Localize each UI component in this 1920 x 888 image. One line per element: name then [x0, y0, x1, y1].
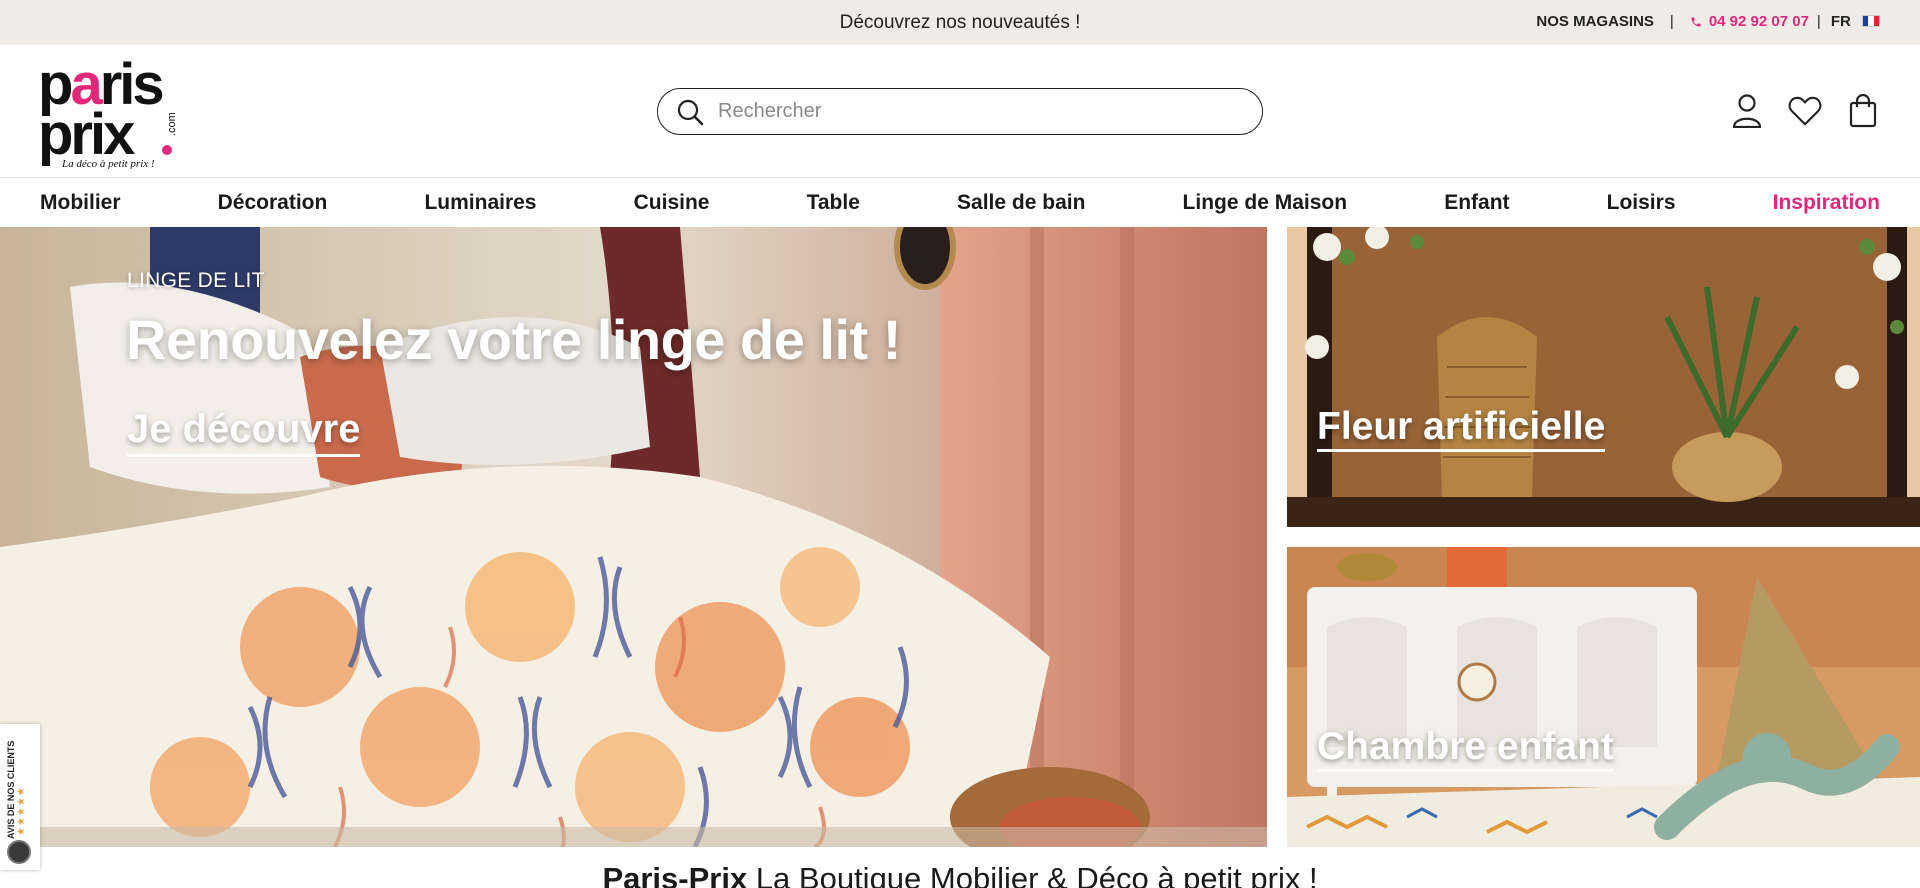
paris-prix-logo[interactable]: paris prix .com La déco à petit prix ! [38, 52, 188, 170]
tagline-brand: Paris-Prix [602, 861, 748, 888]
language-code: FR [1830, 13, 1851, 30]
svg-text:.com: .com [166, 112, 178, 136]
phone-icon [1691, 17, 1701, 26]
nav-item-linge-de-maison[interactable]: Linge de Maison [1183, 191, 1348, 215]
search-bar[interactable] [657, 88, 1263, 135]
promo-tile-kids-room[interactable]: Chambre enfant [1287, 547, 1920, 847]
reviews-label: AVIS DE NOS CLIENTS [6, 740, 16, 839]
nav-item-inspiration[interactable]: Inspiration [1773, 191, 1880, 215]
nav-item-loisirs[interactable]: Loisirs [1607, 191, 1676, 215]
divider: | [1669, 13, 1674, 30]
svg-text:La déco à petit prix !: La déco à petit prix ! [61, 158, 155, 169]
hero-title: Renouvelez votre linge de lit ! [126, 308, 901, 371]
phone-number: 04 92 92 07 07 [1708, 13, 1809, 30]
language-selector[interactable]: FR [1831, 13, 1880, 30]
topbar-right-links: NOS MAGASINS | 04 92 92 07 07 | FR [1536, 13, 1880, 30]
wishlist-button[interactable] [1788, 93, 1822, 129]
header-actions [1706, 93, 1880, 129]
customer-reviews-widget[interactable]: AVIS DE NOS CLIENTS ★★★★★ [0, 724, 40, 870]
cart-button[interactable] [1846, 93, 1880, 129]
nav-item-decoration[interactable]: Décoration [218, 191, 328, 215]
search-icon[interactable] [676, 98, 704, 126]
nav-item-cuisine[interactable]: Cuisine [634, 191, 710, 215]
page-tagline: Paris-Prix La Boutique Mobilier & Déco à… [0, 861, 1920, 888]
hero-banner-bedding[interactable]: LINGE DE LIT Renouvelez votre linge de l… [0, 227, 1267, 847]
nav-item-table[interactable]: Table [807, 191, 860, 215]
tagline-text: La Boutique Mobilier & Déco à petit prix… [747, 861, 1318, 888]
kids-room-link[interactable]: Chambre enfant [1317, 725, 1614, 772]
hero-eyebrow: LINGE DE LIT [127, 269, 265, 292]
kids-room-photo [1287, 547, 1920, 847]
search-input[interactable] [718, 100, 1238, 123]
account-button[interactable] [1730, 93, 1764, 129]
stores-link[interactable]: NOS MAGASINS [1536, 13, 1654, 30]
site-header: paris prix .com La déco à petit prix ! [0, 45, 1920, 177]
france-flag-icon [1862, 15, 1880, 27]
artificial-flowers-photo [1287, 227, 1920, 527]
nav-item-salle-de-bain[interactable]: Salle de bain [957, 191, 1085, 215]
heart-icon [1788, 96, 1822, 126]
artificial-flowers-link[interactable]: Fleur artificielle [1317, 405, 1606, 452]
top-announcement-bar: Découvrez nos nouveautés ! NOS MAGASINS … [0, 0, 1920, 45]
divider: | [1816, 13, 1821, 30]
bag-icon [1849, 94, 1877, 128]
phone-link[interactable]: 04 92 92 07 07 [1690, 13, 1809, 30]
nav-item-enfant[interactable]: Enfant [1444, 191, 1509, 215]
nav-item-mobilier[interactable]: Mobilier [40, 191, 121, 215]
main-navigation: Mobilier Décoration Luminaires Cuisine T… [0, 177, 1920, 227]
rating-stars-icon: ★★★★★ [16, 786, 27, 836]
discover-button[interactable]: Je découvre [127, 407, 361, 457]
promo-tile-artificial-flowers[interactable]: Fleur artificielle [1287, 227, 1920, 527]
nav-item-luminaires[interactable]: Luminaires [424, 191, 536, 215]
user-icon [1732, 94, 1762, 128]
